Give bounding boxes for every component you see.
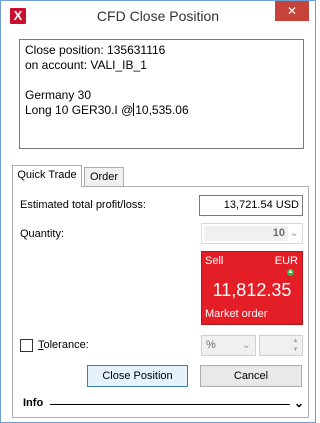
window-title: CFD Close Position — [96, 8, 220, 24]
chevron-down-icon: ⌄ — [289, 227, 299, 239]
trade-currency: EUR — [274, 255, 298, 267]
tolerance-unit-value: % — [206, 339, 216, 351]
cancel-button[interactable]: Cancel — [200, 365, 302, 387]
pnl-value-field: 13,721.54 USD — [199, 195, 303, 216]
tab-order[interactable]: Order — [84, 167, 124, 186]
summary-position-line: Close position: 135631116 — [25, 43, 166, 57]
trade-price: 11,812.35 — [212, 280, 292, 300]
tolerance-label-rest: olerance: — [43, 339, 89, 351]
summary-instrument-line: Germany 30 — [25, 88, 92, 102]
info-divider — [50, 404, 290, 405]
summary-trade-line: Long 10 GER30.I @10,535.06 — [25, 103, 298, 118]
position-summary: Close position: 135631116 on account: VA… — [19, 39, 304, 149]
info-expander[interactable]: Info ⌄ — [20, 396, 304, 411]
quick-trade-panel: Estimated total profit/loss: 13,721.54 U… — [12, 186, 309, 418]
chevron-down-icon: ⌄ — [241, 339, 251, 351]
up-arrow-icon: ▲ — [287, 269, 294, 276]
spin-down-icon[interactable]: ▼ — [291, 346, 300, 354]
summary-trade-price: 10,535.06 — [135, 103, 189, 117]
quantity-select[interactable]: 10 ⌄ — [201, 223, 303, 244]
pnl-label: Estimated total profit/loss: — [20, 199, 146, 211]
trade-side: Sell — [205, 255, 224, 267]
tolerance-label: Tolerance: — [38, 339, 89, 351]
quantity-label: Quantity: — [20, 228, 65, 240]
cfd-close-position-dialog: X CFD Close Position ✕ Close position: 1… — [0, 0, 316, 423]
tolerance-unit-select[interactable]: % ⌄ — [201, 335, 256, 356]
title-bar: X CFD Close Position ✕ — [1, 1, 315, 31]
trade-order-type: Market order — [205, 308, 268, 320]
tab-quick-trade[interactable]: Quick Trade — [12, 165, 82, 187]
tolerance-checkbox[interactable] — [20, 339, 33, 352]
quantity-value: 10 — [204, 226, 288, 241]
summary-account-line: on account: VALI_IB_1 — [25, 58, 147, 72]
info-label: Info — [23, 397, 44, 409]
summary-blank-line — [25, 73, 298, 88]
window-close-button[interactable]: ✕ — [275, 1, 309, 21]
spin-up-icon[interactable]: ▲ — [291, 337, 300, 345]
close-position-button[interactable]: Close Position — [87, 365, 188, 387]
chevron-down-icon: ⌄ — [293, 396, 304, 410]
sell-market-order-button[interactable]: Sell EUR ▲ 11,812.35 Market order — [201, 251, 303, 325]
tolerance-value-stepper[interactable]: ▲ ▼ — [259, 335, 303, 356]
summary-trade-text: Long 10 GER30.I @ — [25, 103, 134, 117]
